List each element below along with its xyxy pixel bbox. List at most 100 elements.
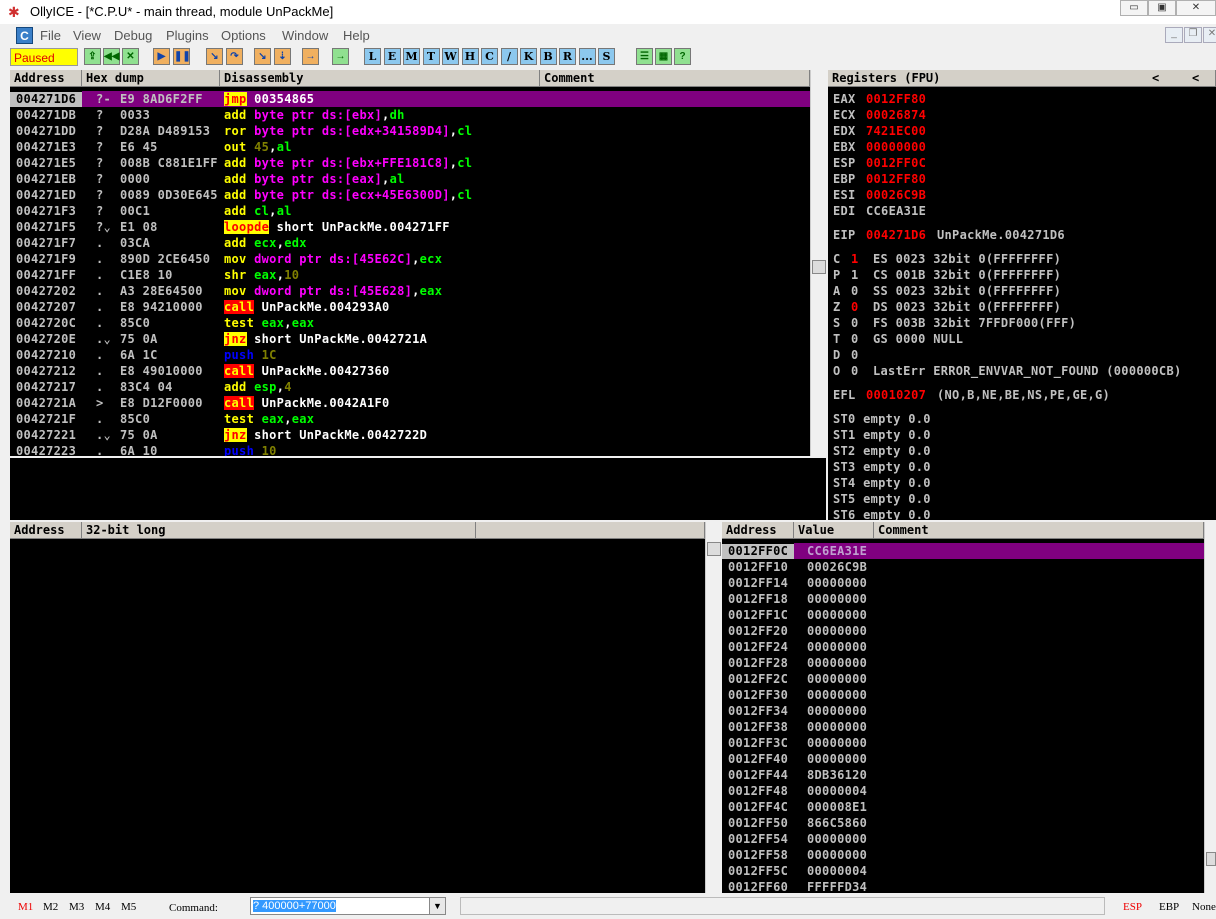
- window-10-button[interactable]: R: [559, 48, 576, 65]
- disasm-row[interactable]: 0042721A > E8 D12F0000 call UnPackMe.0042A1…: [10, 395, 810, 411]
- stack-row[interactable]: 0012FF40 00000000: [722, 751, 1204, 767]
- flag-c[interactable]: C 1 ES 0023 32bit 0(FFFFFFFF): [833, 251, 1213, 267]
- trace-over-button[interactable]: ⇣: [274, 48, 291, 65]
- fpu-register[interactable]: ST3 empty 0.0: [833, 459, 1213, 475]
- menu-window[interactable]: Window: [282, 28, 328, 43]
- col-hex-dump[interactable]: Hex dump: [82, 70, 220, 87]
- col-comment[interactable]: Comment: [874, 522, 1204, 539]
- stack-row[interactable]: 0012FF38 00000000: [722, 719, 1204, 735]
- disasm-row[interactable]: 004271DB? 0033 add byte ptr ds:[ebx],dh: [10, 107, 810, 123]
- disasm-row[interactable]: 004271E3? E6 45 out 45,al: [10, 139, 810, 155]
- stack-row[interactable]: 0012FF24 00000000: [722, 639, 1204, 655]
- col-disassembly[interactable]: Disassembly: [220, 70, 540, 87]
- registers-pane[interactable]: Registers (FPU) < < EAX 0012FF80 ECX 000268…: [828, 70, 1216, 520]
- window-1-button[interactable]: E: [383, 48, 401, 65]
- flag-p[interactable]: P 1 CS 001B 32bit 0(FFFFFFFF): [833, 267, 1213, 283]
- disassembly-scrollbar[interactable]: [810, 70, 826, 456]
- stack-row[interactable]: 0012FF3C 00000000: [722, 735, 1204, 751]
- stack-row[interactable]: 0012FF28 00000000: [722, 655, 1204, 671]
- disasm-row[interactable]: 004271D6 ?- E9 8AD6F2FF jmp 00354865: [10, 91, 810, 107]
- chevron-left-icon[interactable]: <: [1152, 71, 1159, 85]
- chevron-left-icon[interactable]: <: [1192, 71, 1199, 85]
- stack-scrollbar[interactable]: [1204, 522, 1216, 893]
- window-3-button[interactable]: T: [422, 48, 440, 65]
- goto-origin-button[interactable]: →: [332, 48, 349, 65]
- window-6-button[interactable]: C: [481, 48, 498, 65]
- mdi-restore-button[interactable]: ❐: [1184, 27, 1202, 43]
- none-toggle[interactable]: None: [1192, 901, 1216, 913]
- disasm-row[interactable]: 004271EB? 0000 add byte ptr ds:[eax],al: [10, 171, 810, 187]
- window-2-button[interactable]: M: [403, 48, 420, 65]
- stack-row[interactable]: 0012FF58 00000000: [722, 847, 1204, 863]
- disasm-row[interactable]: 004271DD? D28A D489153 ror byte ptr ds:[ed…: [10, 123, 810, 139]
- mdi-minimize-button[interactable]: _: [1165, 27, 1183, 43]
- disasm-row[interactable]: 0042721F. 85C0 test eax,eax: [10, 411, 810, 427]
- disasm-row[interactable]: 004271ED? 0089 0D30E645 add byte ptr ds:[e…: [10, 187, 810, 203]
- register-ebx[interactable]: EBX 00000000: [833, 139, 1213, 155]
- fpu-register[interactable]: ST2 empty 0.0: [833, 443, 1213, 459]
- register-edx[interactable]: EDX 7421EC00: [833, 123, 1213, 139]
- col-blank[interactable]: [476, 522, 705, 539]
- col-address[interactable]: Address: [10, 70, 82, 87]
- esp-toggle[interactable]: ESP: [1123, 901, 1142, 913]
- execute-till-return-button[interactable]: →: [302, 48, 319, 65]
- ebp-toggle[interactable]: EBP: [1159, 901, 1179, 913]
- col-comment[interactable]: Comment: [540, 70, 810, 87]
- flag-s[interactable]: S 0 FS 003B 32bit 7FFDF000(FFF): [833, 315, 1213, 331]
- disasm-row[interactable]: 004271F5 ?⌄ E1 08 loopde short UnPackMe.004…: [10, 219, 810, 235]
- menu-help[interactable]: Help: [343, 28, 370, 43]
- mark-m4[interactable]: M4: [95, 901, 110, 913]
- window-8-button[interactable]: K: [520, 48, 537, 65]
- disasm-row[interactable]: 0042720C. 85C0 test eax,eax: [10, 315, 810, 331]
- menu-options[interactable]: Options: [221, 28, 266, 43]
- disasm-row[interactable]: 004271F9. 890D 2CE6450 mov dword ptr ds:[4…: [10, 251, 810, 267]
- trace-into-button[interactable]: ↘: [254, 48, 271, 65]
- register-eip[interactable]: EIP 004271D6 UnPackMe.004271D6: [833, 227, 1213, 243]
- disasm-row[interactable]: 00427202. A3 28E64500 mov dword ptr ds:[45…: [10, 283, 810, 299]
- mark-m1[interactable]: M1: [18, 901, 33, 913]
- list-button[interactable]: ☰: [636, 48, 653, 65]
- fpu-register[interactable]: ST4 empty 0.0: [833, 475, 1213, 491]
- window-11-button[interactable]: ...: [578, 48, 596, 65]
- minimize-button[interactable]: ▭: [1120, 0, 1148, 16]
- window-0-button[interactable]: L: [364, 48, 381, 65]
- restart-button[interactable]: ◀◀: [103, 48, 120, 65]
- disasm-row[interactable]: 00427223. 6A 10 push 10: [10, 443, 810, 456]
- window-4-button[interactable]: W: [442, 48, 459, 65]
- col-32bit-long[interactable]: 32-bit long: [82, 522, 476, 539]
- flag-t[interactable]: T 0 GS 0000 NULL: [833, 331, 1213, 347]
- stack-row[interactable]: 0012FF2C 00000000: [722, 671, 1204, 687]
- menu-debug[interactable]: Debug: [114, 28, 152, 43]
- cpu-window-icon[interactable]: C: [16, 27, 33, 44]
- mark-m2[interactable]: M2: [43, 901, 58, 913]
- mark-m3[interactable]: M3: [69, 901, 84, 913]
- register-ecx[interactable]: ECX 00026874: [833, 107, 1213, 123]
- maximize-button[interactable]: ▣: [1148, 0, 1176, 16]
- step-over-button[interactable]: ↷: [226, 48, 243, 65]
- disasm-row[interactable]: 0042720E .⌄ 75 0A jnz short UnPackMe.004272…: [10, 331, 810, 347]
- colors-button[interactable]: ▦: [655, 48, 672, 65]
- register-efl[interactable]: EFL 00010207 (NO,B,NE,BE,NS,PE,GE,G): [833, 387, 1213, 403]
- fpu-register[interactable]: ST5 empty 0.0: [833, 491, 1213, 507]
- register-eax[interactable]: EAX 0012FF80: [833, 91, 1213, 107]
- open-button[interactable]: ⇪: [84, 48, 101, 65]
- stack-row[interactable]: 0012FF4C 000008E1: [722, 799, 1204, 815]
- run-button[interactable]: ▶: [153, 48, 170, 65]
- close-button[interactable]: ✕: [1176, 0, 1216, 16]
- stack-row[interactable]: 0012FF30 00000000: [722, 687, 1204, 703]
- pause-button[interactable]: ❚❚: [173, 48, 191, 65]
- mdi-close-button[interactable]: ✕: [1203, 27, 1216, 43]
- chevron-down-icon[interactable]: ▼: [429, 898, 445, 914]
- stack-row[interactable]: 0012FF0C CC6EA31E: [722, 543, 1204, 559]
- disasm-row[interactable]: 00427217. 83C4 04 add esp,4: [10, 379, 810, 395]
- register-ebp[interactable]: EBP 0012FF80: [833, 171, 1213, 187]
- col-address[interactable]: Address: [722, 522, 794, 539]
- stack-row[interactable]: 0012FF60 FFFFFD34: [722, 879, 1204, 893]
- stack-row[interactable]: 0012FF48 00000004: [722, 783, 1204, 799]
- stack-row[interactable]: 0012FF44 8DB36120: [722, 767, 1204, 783]
- window-9-button[interactable]: B: [539, 48, 557, 65]
- window-7-button[interactable]: /: [500, 48, 518, 65]
- stack-row[interactable]: 0012FF1C 00000000: [722, 607, 1204, 623]
- flag-o[interactable]: O 0 LastErr ERROR_ENVVAR_NOT_FOUND (000000…: [833, 363, 1213, 379]
- menu-plugins[interactable]: Plugins: [166, 28, 209, 43]
